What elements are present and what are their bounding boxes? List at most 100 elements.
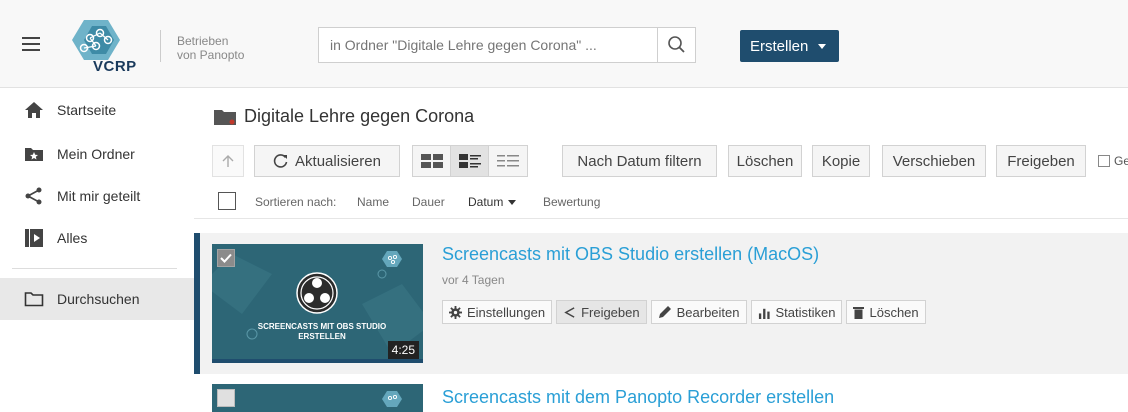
session-title[interactable]: Screencasts mit OBS Studio erstellen (Ma…	[442, 244, 819, 265]
share-session-button[interactable]: Freigeben	[556, 300, 647, 324]
sidebar-item-durchsuchen[interactable]: Durchsuchen	[0, 278, 194, 320]
session-thumbnail[interactable]: SCREENCASTS MIT OBS STUDIO ERSTELLEN 4:2…	[212, 244, 423, 363]
obs-logo-icon	[296, 272, 338, 314]
session-date: vor 4 Tagen	[442, 273, 505, 287]
select-all-checkbox[interactable]	[218, 192, 236, 210]
sort-date-label: Datum	[468, 195, 504, 209]
main-content: Digitale Lehre gegen Corona Aktualisiere…	[194, 88, 1128, 412]
sidebar-item-label: Durchsuchen	[57, 291, 140, 307]
search-box	[318, 27, 696, 63]
session-title[interactable]: Screencasts mit dem Panopto Recorder ers…	[442, 387, 834, 408]
delete-session-button[interactable]: Löschen	[846, 300, 926, 324]
sidebar-item-alles[interactable]: Alles	[0, 218, 194, 258]
search-button[interactable]	[657, 28, 695, 62]
play-box-icon	[25, 229, 43, 247]
app-header: VCRP Betrieben von Panopto Erstellen	[0, 0, 1128, 88]
toolbar: Aktualisieren Nach Datum filtern Löschen…	[212, 145, 1128, 177]
refresh-icon	[273, 154, 288, 168]
view-detail-button[interactable]	[451, 146, 489, 176]
scheduled-checkbox[interactable]	[1098, 155, 1110, 167]
sidebar-item-mit-mir-geteilt[interactable]: Mit mir geteilt	[0, 176, 194, 216]
session-row[interactable]: SCREENCASTS MIT OBS STUDIO ERSTELLEN 4:2…	[194, 233, 1128, 374]
move-label: Verschieben	[892, 152, 976, 170]
detail-view-icon	[458, 154, 481, 168]
row-checkbox[interactable]	[217, 389, 235, 407]
thumbnail-caption: SCREENCASTS MIT OBS STUDIO ERSTELLEN	[257, 322, 387, 341]
copy-button[interactable]: Kopie	[812, 145, 870, 177]
folder-header: Digitale Lehre gegen Corona	[214, 106, 474, 127]
thumbnail-progress-bar	[212, 359, 423, 363]
share-session-label: Freigeben	[581, 304, 640, 320]
sort-bar: Sortieren nach: Name Dauer Datum Bewertu…	[218, 192, 1118, 212]
filter-date-label: Nach Datum filtern	[577, 152, 702, 170]
edit-label: Bearbeiten	[676, 304, 740, 320]
session-actions: Einstellungen Freigeben Bearbeiten Stati…	[442, 300, 930, 324]
create-button[interactable]: Erstellen	[740, 30, 839, 62]
delete-button[interactable]: Löschen	[728, 145, 802, 177]
edit-button[interactable]: Bearbeiten	[650, 300, 747, 324]
sidebar-divider	[12, 268, 177, 269]
vcrp-logo-small	[382, 251, 402, 267]
sort-date[interactable]: Datum	[468, 195, 517, 209]
pencil-icon	[658, 306, 671, 318]
chevron-down-icon	[818, 43, 827, 49]
row-checkbox[interactable]	[217, 249, 235, 267]
gear-icon	[449, 305, 462, 319]
settings-label: Einstellungen	[467, 304, 546, 320]
stats-button[interactable]: Statistiken	[750, 300, 843, 324]
powered-line-1: Betrieben	[177, 34, 229, 48]
view-grid-button[interactable]	[413, 146, 451, 176]
refresh-button[interactable]: Aktualisieren	[254, 145, 400, 177]
vcrp-logo-small	[382, 391, 402, 407]
share-label: Freigeben	[1007, 152, 1075, 170]
menu-icon[interactable]	[22, 37, 40, 51]
trash-icon	[853, 306, 865, 319]
move-button[interactable]: Verschieben	[882, 145, 986, 177]
delete-label: Löschen	[736, 152, 794, 170]
view-list-button[interactable]	[489, 146, 527, 176]
search-input[interactable]	[319, 28, 659, 62]
folder-icon	[24, 292, 44, 307]
grid-view-icon	[420, 154, 443, 168]
bar-chart-icon	[758, 308, 770, 319]
sort-label: Sortieren nach:	[255, 195, 337, 209]
stats-label: Statistiken	[775, 304, 836, 320]
page-title: Digitale Lehre gegen Corona	[244, 106, 475, 126]
header-divider	[160, 30, 161, 62]
settings-button[interactable]: Einstellungen	[442, 300, 553, 324]
logo-text: VCRP	[93, 58, 137, 75]
share-button[interactable]: Freigeben	[996, 145, 1086, 177]
up-button[interactable]	[212, 145, 244, 177]
sidebar: Startseite Mein Ordner Mit mir geteilt A…	[0, 88, 194, 412]
scheduled-filter[interactable]: Gepl	[1098, 154, 1128, 168]
folder-icon	[214, 109, 236, 125]
filter-date-button[interactable]: Nach Datum filtern	[562, 145, 717, 177]
share-icon	[25, 187, 42, 205]
sort-duration[interactable]: Dauer	[412, 195, 445, 209]
list-divider	[194, 218, 1128, 219]
sidebar-item-label: Mein Ordner	[57, 146, 135, 162]
share-icon	[564, 306, 575, 318]
home-icon	[25, 102, 43, 118]
duration-badge: 4:25	[387, 341, 419, 359]
powered-by: Betrieben von Panopto	[177, 34, 244, 62]
sidebar-item-label: Mit mir geteilt	[57, 188, 141, 204]
list-view-icon	[497, 155, 519, 167]
view-switcher	[412, 145, 528, 177]
arrow-up-icon	[222, 155, 234, 167]
copy-label: Kopie	[821, 152, 861, 170]
create-label: Erstellen	[750, 37, 809, 55]
sidebar-item-label: Startseite	[57, 102, 117, 118]
sidebar-item-label: Alles	[57, 230, 88, 246]
sort-name[interactable]: Name	[357, 195, 389, 209]
sort-rating[interactable]: Bewertung	[543, 195, 600, 209]
search-icon	[668, 36, 685, 53]
caret-down-icon	[508, 200, 517, 206]
scheduled-label: Gepl	[1114, 154, 1128, 168]
sidebar-item-mein-ordner[interactable]: Mein Ordner	[0, 134, 194, 174]
sidebar-item-startseite[interactable]: Startseite	[0, 90, 194, 130]
session-row[interactable]: Screencasts mit dem Panopto Recorder ers…	[194, 384, 1128, 412]
powered-line-2: von Panopto	[177, 48, 245, 62]
session-thumbnail[interactable]	[212, 384, 423, 412]
refresh-label: Aktualisieren	[295, 152, 381, 170]
